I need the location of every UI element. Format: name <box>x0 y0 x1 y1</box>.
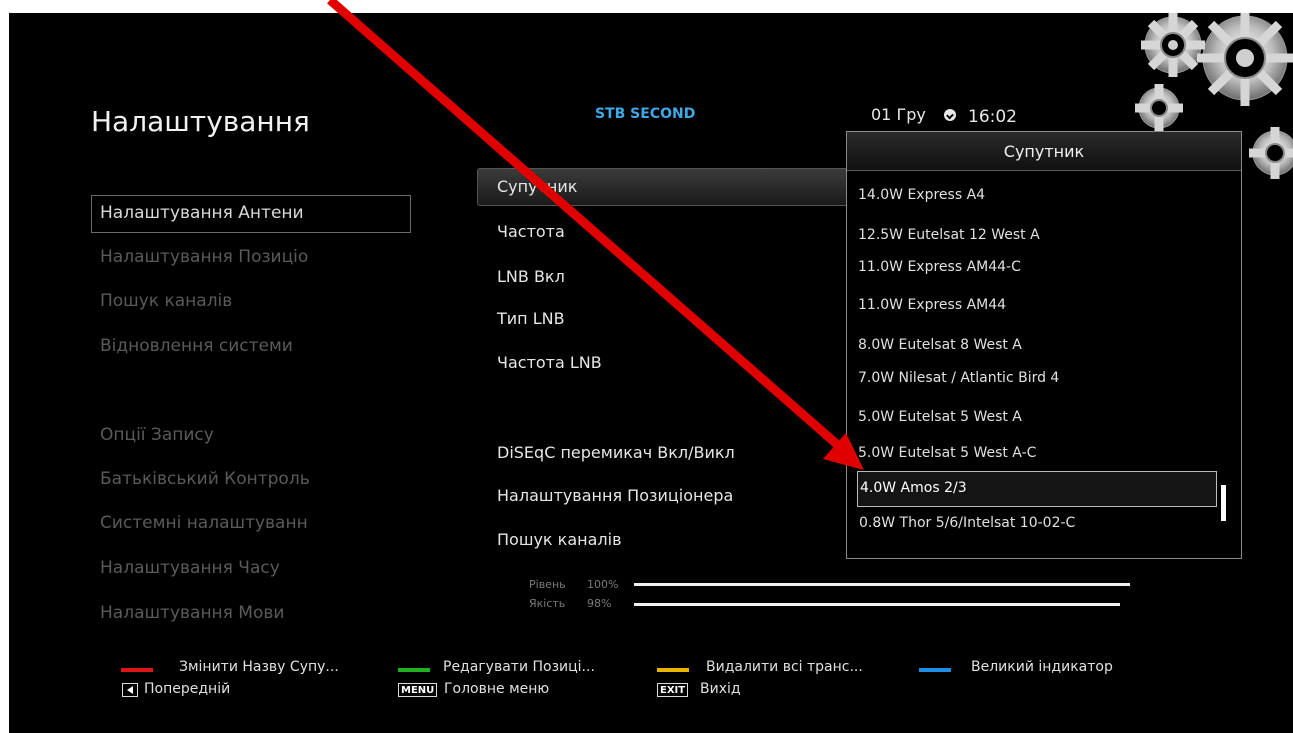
satellite-option[interactable]: 12.5W Eutelsat 12 West A <box>858 227 1040 243</box>
clock-icon <box>944 109 956 121</box>
satellite-option[interactable]: 7.0W Nilesat / Atlantic Bird 4 <box>858 370 1059 386</box>
satellite-selected-highlight[interactable]: 4.0W Amos 2/3 <box>857 471 1217 507</box>
satellite-option-selected[interactable]: 4.0W Amos 2/3 <box>860 480 967 496</box>
menu-item-record-options[interactable]: Опції Запису <box>100 425 214 445</box>
yellow-key-label[interactable]: Видалити всі транс... <box>706 659 863 675</box>
menu-item-channel-search[interactable]: Пошук каналів <box>100 291 232 311</box>
signal-quality-value: 98% <box>587 597 612 610</box>
menu-item-parental-control[interactable]: Батьківський Контроль <box>100 469 310 489</box>
menu-item-antenna-settings[interactable]: Налаштування Антени <box>100 203 304 223</box>
setting-lnb-frequency[interactable]: Частота LNB <box>497 353 602 372</box>
red-key-label[interactable]: Змінити Назву Супу... <box>179 659 339 675</box>
signal-level-label: Рівень <box>529 578 566 591</box>
tv-screen: Налаштування STB SECOND 01 Гру 16:02 Нал… <box>9 13 1293 733</box>
menu-item-language-settings[interactable]: Налаштування Мови <box>100 603 284 623</box>
satellite-option[interactable]: 5.0W Eutelsat 5 West A <box>858 409 1022 425</box>
blue-key-icon <box>919 668 951 672</box>
satellite-scrollbar[interactable] <box>1221 485 1226 521</box>
left-arrow-icon <box>122 683 138 697</box>
signal-level-bar <box>634 583 1130 586</box>
menu-key-icon: MENU <box>398 683 438 697</box>
setting-channel-search[interactable]: Пошук каналів <box>497 530 622 549</box>
yellow-key-icon <box>657 668 689 672</box>
satellite-option[interactable]: 0.8W Thor 5/6/Intelsat 10-02-C <box>859 515 1075 531</box>
exit-key-icon: EXIT <box>657 683 689 697</box>
menu-item-system-restore[interactable]: Відновлення системи <box>100 336 293 356</box>
menu-item-system-settings[interactable]: Системні налаштуванн <box>100 513 308 533</box>
signal-level-value: 100% <box>587 578 619 591</box>
setting-lnb-power[interactable]: LNB Вкл <box>497 267 565 286</box>
menu-item-time-settings[interactable]: Налаштування Часу <box>100 558 280 578</box>
main-menu-label[interactable]: Головне меню <box>444 681 549 697</box>
time-display: 16:02 <box>968 107 1017 127</box>
green-key-label[interactable]: Редагувати Позиці... <box>443 659 595 675</box>
setting-frequency[interactable]: Частота <box>497 222 565 241</box>
satellite-option[interactable]: 11.0W Express AM44 <box>858 297 1006 313</box>
satellite-popup-title: Супутник <box>1003 142 1085 161</box>
satellite-option[interactable]: 11.0W Express AM44-C <box>858 259 1021 275</box>
device-name: STB SECOND <box>595 106 696 122</box>
satellite-option[interactable]: 14.0W Express A4 <box>858 187 985 203</box>
satellite-option[interactable]: 8.0W Eutelsat 8 West A <box>858 337 1022 353</box>
blue-key-label[interactable]: Великий індикатор <box>971 659 1113 675</box>
satellite-popup-header: Супутник <box>847 132 1241 171</box>
setting-lnb-type[interactable]: Тип LNB <box>497 309 565 328</box>
setting-satellite[interactable]: Супутник <box>497 177 577 196</box>
page-title: Налаштування <box>91 105 310 138</box>
exit-label[interactable]: Вихід <box>700 681 741 697</box>
back-label[interactable]: Попередній <box>144 681 230 697</box>
signal-quality-bar <box>634 603 1121 606</box>
date-display: 01 Гру <box>871 105 926 124</box>
setting-positioner[interactable]: Налаштування Позиціонера <box>497 486 733 505</box>
satellite-option[interactable]: 5.0W Eutelsat 5 West A-C <box>858 445 1036 461</box>
red-key-icon <box>121 668 153 672</box>
menu-item-positioner-settings[interactable]: Налаштування Позиціо <box>100 247 308 267</box>
setting-diseqc-switch[interactable]: DiSEqC перемикач Вкл/Викл <box>497 443 735 462</box>
green-key-icon <box>398 668 430 672</box>
signal-quality-label: Якість <box>529 597 566 610</box>
